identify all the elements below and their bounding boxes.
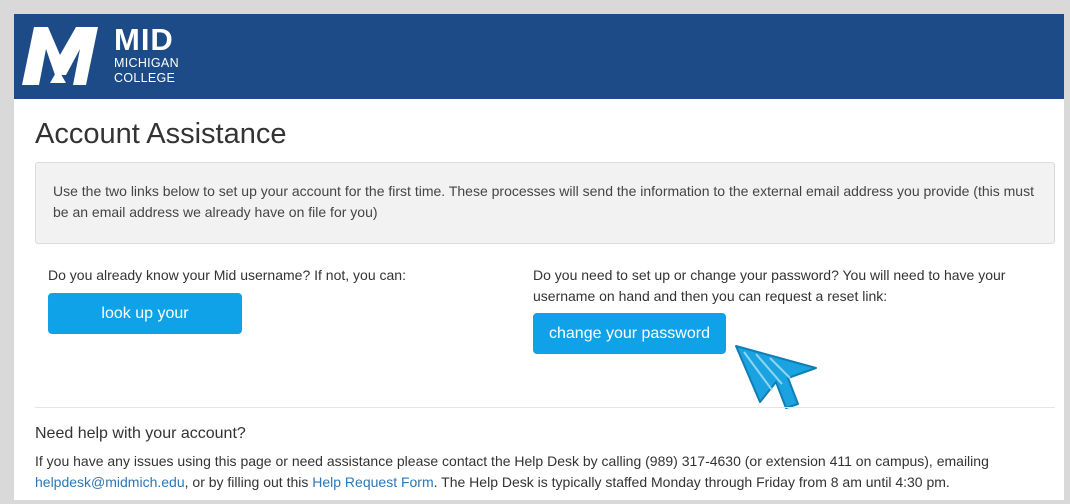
mid-m-logo-icon bbox=[22, 27, 98, 85]
help-heading: Need help with your account? bbox=[35, 425, 246, 442]
look-up-username-button[interactable]: look up your username bbox=[48, 293, 242, 363]
section-divider bbox=[35, 407, 1055, 408]
logo-line-2: COLLEGE bbox=[114, 71, 176, 86]
college-logo[interactable]: MID MICHIGAN COLLEGE bbox=[22, 22, 192, 92]
helpdesk-email-link[interactable]: helpdesk@midmich.edu bbox=[35, 474, 185, 490]
help-text-part-2: , or by filling out this bbox=[184, 474, 313, 490]
logo-main-text: MID bbox=[114, 22, 174, 57]
logo-line-1: MICHIGAN bbox=[114, 56, 179, 70]
site-header: MID MICHIGAN COLLEGE bbox=[14, 14, 1064, 99]
pointer-arrow-icon bbox=[735, 345, 817, 409]
username-prompt: Do you already know your Mid username? I… bbox=[48, 267, 406, 283]
page-frame: MID MICHIGAN COLLEGE Account Assistance … bbox=[14, 14, 1064, 500]
password-section: Do you need to set up or change your pas… bbox=[533, 265, 1043, 354]
help-text: If you have any issues using this page o… bbox=[35, 451, 1055, 493]
help-request-form-link[interactable]: Help Request Form bbox=[312, 474, 433, 490]
instructions-notice: Use the two links below to set up your a… bbox=[35, 162, 1055, 244]
help-text-part-3: . The Help Desk is typically staffed Mon… bbox=[433, 474, 950, 490]
logo-wordmark: MID MICHIGAN COLLEGE bbox=[114, 24, 179, 85]
username-section: Do you already know your Mid username? I… bbox=[48, 265, 468, 363]
page-title: Account Assistance bbox=[35, 118, 287, 150]
help-text-part-1: If you have any issues using this page o… bbox=[35, 453, 989, 469]
password-prompt: Do you need to set up or change your pas… bbox=[533, 267, 1006, 304]
change-password-button[interactable]: change your password bbox=[533, 313, 726, 354]
